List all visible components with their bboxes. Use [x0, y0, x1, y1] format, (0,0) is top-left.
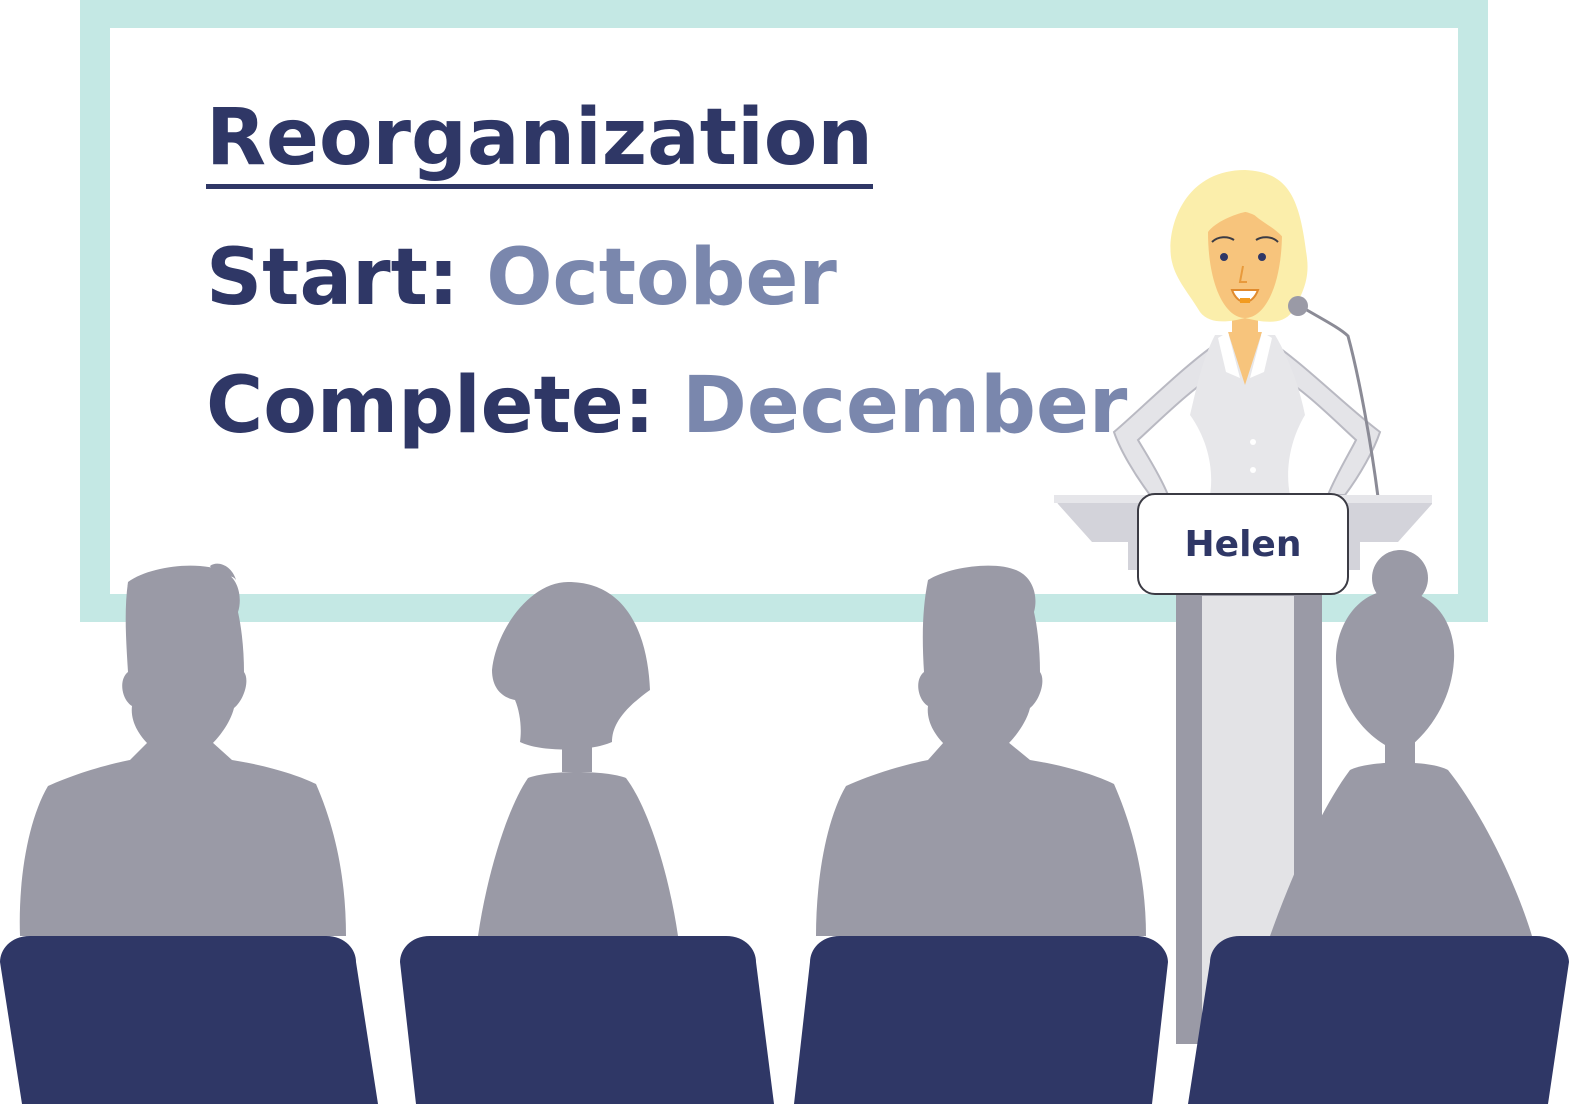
- complete-label: Complete:: [206, 361, 655, 451]
- slide-complete-line: Complete: December: [206, 360, 1127, 452]
- person-4-head: [1335, 590, 1455, 745]
- presentation-scene: Reorganization Start: October Complete: …: [0, 0, 1569, 1104]
- person-2-body: [478, 772, 678, 936]
- nameplate-name: Helen: [1184, 523, 1302, 565]
- chair-4: [1188, 936, 1569, 1104]
- audience-chairs: [0, 936, 1569, 1104]
- jacket-button-2: [1250, 467, 1256, 473]
- start-value: October: [486, 233, 837, 323]
- slide-title: Reorganization: [206, 92, 873, 189]
- complete-value: December: [682, 361, 1128, 451]
- start-label: Start:: [206, 233, 460, 323]
- person-2-neck: [562, 742, 592, 772]
- person-1-head: [122, 565, 247, 744]
- jacket-button-1: [1250, 439, 1256, 445]
- chair-2: [400, 936, 774, 1104]
- microphone-head: [1288, 296, 1308, 316]
- person-3-head: [918, 565, 1043, 744]
- presenter-right-eye: [1258, 253, 1266, 261]
- presenter-left-eye: [1220, 253, 1228, 261]
- person-4-neck: [1385, 740, 1415, 766]
- podium-nameplate: Helen: [1137, 493, 1349, 595]
- person-1-body: [19, 742, 346, 936]
- audience-person-2: [478, 582, 678, 936]
- person-3-body: [816, 742, 1146, 936]
- chair-1: [0, 936, 378, 1104]
- chair-3: [794, 936, 1168, 1104]
- slide-start-line: Start: October: [206, 232, 837, 324]
- presenter-tongue: [1240, 298, 1250, 303]
